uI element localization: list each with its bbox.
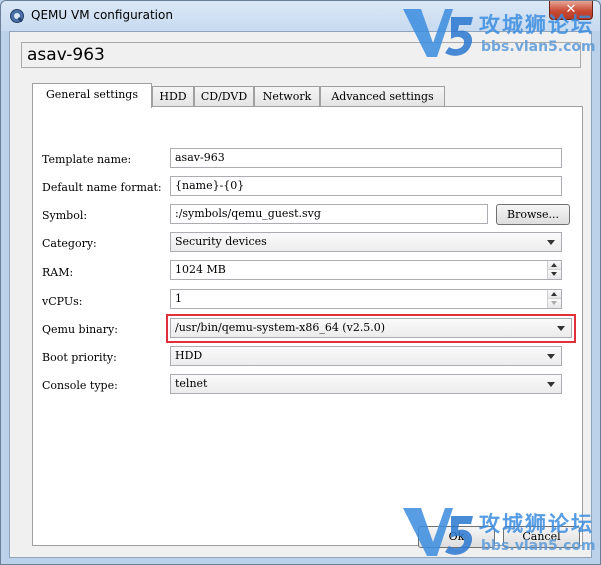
boot-priority-select[interactable]: HDD [170,346,562,366]
ram-increment-button[interactable] [548,261,561,270]
dialog-body: General settings HDD CD/DVD Network Adva… [9,31,592,558]
dialog-window: QEMU VM configuration ✕ General settings… [0,0,601,565]
vcpus-spinner [547,290,561,308]
symbol-input[interactable]: :/symbols/qemu_guest.svg [170,204,488,224]
v5-logo-icon [403,9,473,57]
console-type-label: Console type: [42,379,118,392]
default-name-format-label: Default name format: [42,181,162,194]
tab-hdd[interactable]: HDD [152,86,194,107]
chevron-down-icon [547,354,555,359]
arrow-down-icon [551,272,557,276]
tab-advanced-settings[interactable]: Advanced settings [320,86,445,107]
qemu-binary-label: Qemu binary: [42,323,118,336]
tab-network[interactable]: Network [254,86,320,107]
template-name-label: Template name: [42,153,132,166]
symbol-label: Symbol: [42,209,88,222]
watermark-text: 攻城狮论坛 [479,13,594,37]
console-type-value: telnet [175,377,208,390]
browse-symbol-button[interactable]: Browse... [496,204,570,225]
highlight-box [166,314,576,343]
console-type-select[interactable]: telnet [170,374,562,394]
template-name-input[interactable]: asav-963 [170,148,562,168]
general-settings-panel: Template name: asav-963 Default name for… [32,106,583,546]
qemu-app-icon [10,9,24,23]
watermark-logo-top: 攻城狮论坛 bbs.vlan5.com [401,5,601,61]
vcpus-value: 1 [175,292,182,305]
arrow-down-icon [551,301,557,305]
arrow-up-icon [551,263,557,267]
window-title: QEMU VM configuration [31,8,173,22]
ram-spinner [547,261,561,279]
arrow-up-icon [551,292,557,296]
watermark-logo-bottom: 攻城狮论坛 bbs.vlan5.com [401,504,601,560]
watermark-text: 攻城狮论坛 [479,512,594,536]
boot-priority-value: HDD [175,349,203,362]
chevron-down-icon [547,382,555,387]
ram-label: RAM: [42,266,74,279]
default-name-format-input[interactable]: {name}-{0} [170,176,562,196]
category-value: Security devices [175,235,267,248]
tab-cd-dvd[interactable]: CD/DVD [194,86,254,107]
watermark-url: bbs.vlan5.com [481,538,596,554]
watermark-url: bbs.vlan5.com [481,39,596,55]
category-label: Category: [42,237,97,250]
ram-decrement-button[interactable] [548,270,561,279]
tab-general-settings[interactable]: General settings [32,83,152,108]
ram-spinbox[interactable]: 1024 MB [170,260,562,280]
vcpus-decrement-button[interactable] [548,299,561,308]
category-select[interactable]: Security devices [170,232,562,252]
boot-priority-label: Boot priority: [42,351,117,364]
ram-value: 1024 MB [175,263,226,276]
v5-logo-icon [403,508,473,556]
vcpus-label: vCPUs: [42,295,83,308]
chevron-down-icon [547,240,555,245]
vcpus-increment-button[interactable] [548,290,561,299]
vcpus-spinbox[interactable]: 1 [170,289,562,309]
